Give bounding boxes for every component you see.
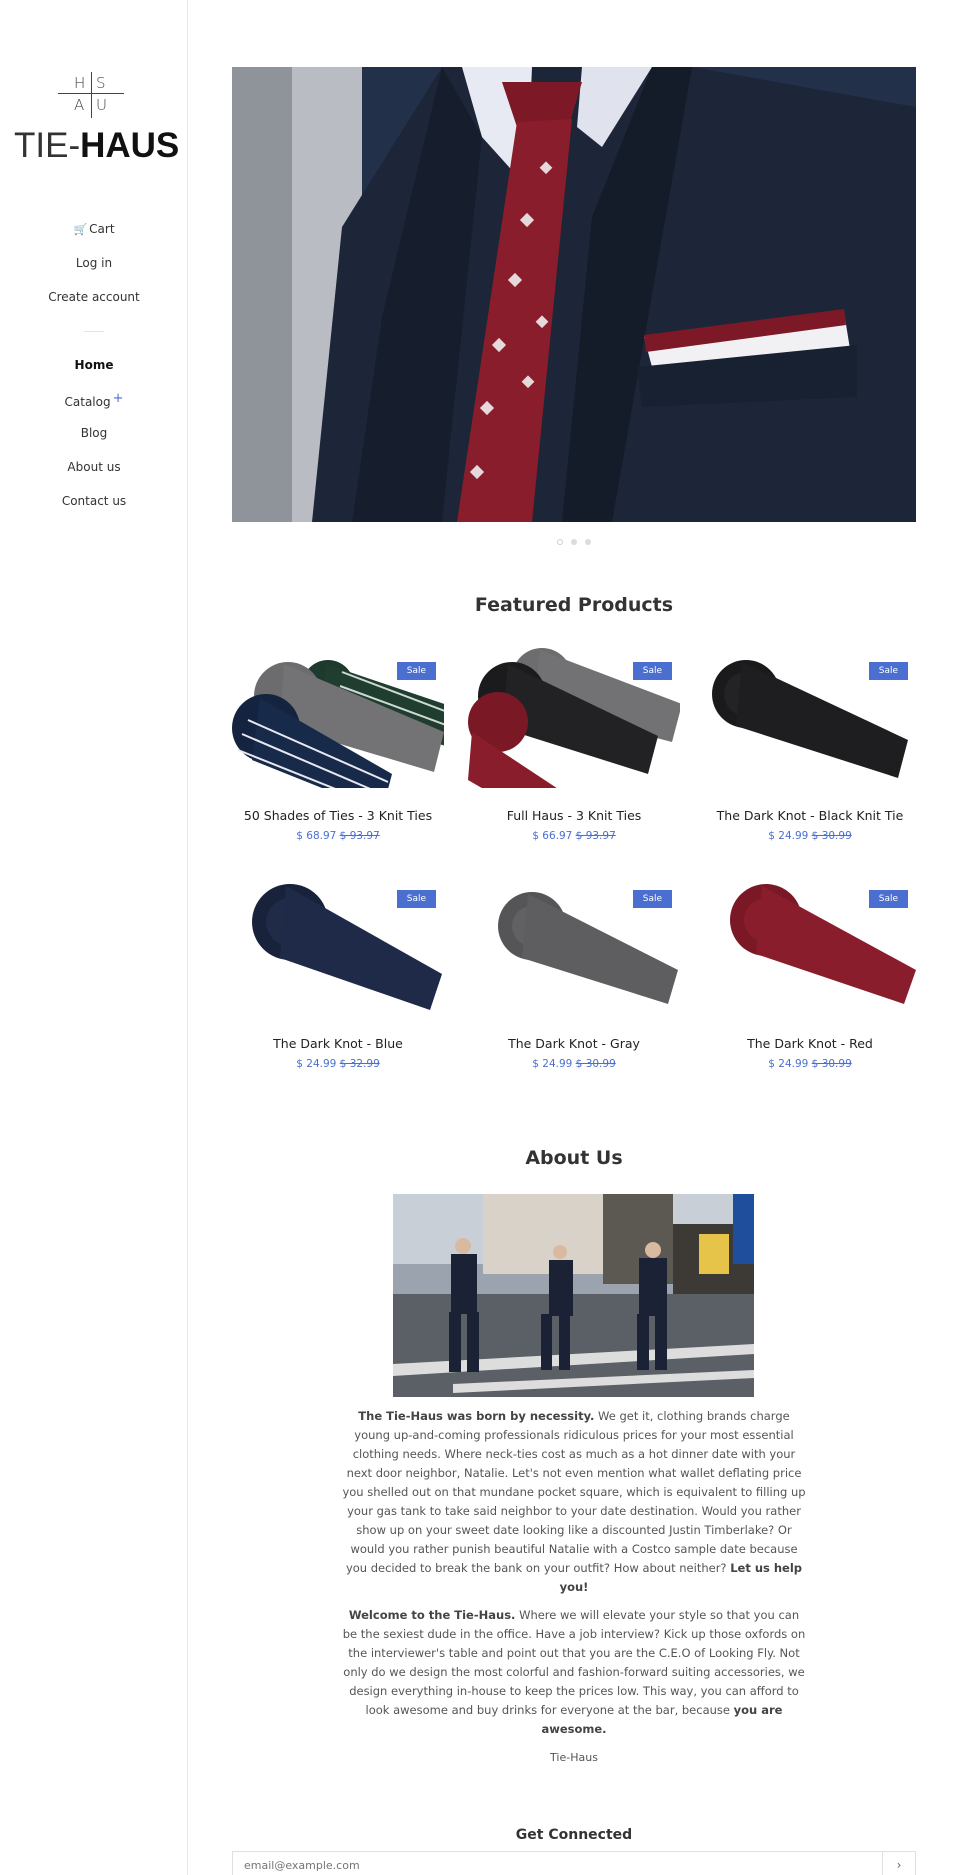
product-title[interactable]: The Dark Knot - Black Knit Tie	[704, 808, 916, 823]
product-image[interactable]: Sale	[232, 870, 444, 1016]
sale-badge: Sale	[396, 890, 436, 908]
about-paragraph-1: The Tie-Haus was born by necessity. We g…	[342, 1409, 806, 1594]
login-link[interactable]: Log in	[0, 246, 188, 280]
account-nav: 🛒 Cart Log in Create account	[0, 212, 188, 314]
nav-item-catalog[interactable]: Catalog +	[0, 382, 188, 416]
product-price: $ 24.99 $ 30.99	[532, 1058, 616, 1070]
logo-monogram: H S A U	[58, 72, 130, 122]
sale-badge: Sale	[868, 662, 908, 680]
create-account-link[interactable]: Create account	[0, 280, 188, 314]
product-card[interactable]: Sale 50 Shades of Ties - 3 Knit Ties $ 6…	[232, 636, 444, 856]
email-input[interactable]	[233, 1852, 883, 1875]
product-title[interactable]: 50 Shades of Ties - 3 Knit Ties	[232, 808, 444, 823]
about-us-title: About Us	[525, 1147, 623, 1169]
newsletter-title: Get Connected	[515, 1827, 633, 1843]
product-price: $ 68.97 $ 93.97	[296, 830, 380, 842]
product-price: $ 66.97 $ 93.97	[532, 830, 616, 842]
nav-item-home[interactable]: Home	[0, 348, 188, 382]
product-image[interactable]: Sale	[704, 870, 916, 1016]
product-price: $ 24.99 $ 30.99	[768, 1058, 852, 1070]
cart-icon: 🛒	[73, 223, 88, 236]
about-signature: Tie-Haus	[550, 1751, 598, 1764]
product-card[interactable]: Sale The Dark Knot - Gray $ 24.99 $ 30.9…	[468, 864, 680, 1084]
cart-link[interactable]: 🛒 Cart	[0, 212, 188, 246]
newsletter-form: ›	[232, 1851, 916, 1875]
hero-image	[232, 67, 916, 522]
product-price: $ 24.99 $ 32.99	[296, 1058, 380, 1070]
about-image	[393, 1194, 754, 1397]
product-image[interactable]: Sale	[704, 642, 916, 788]
slide-dot-2[interactable]	[571, 539, 577, 545]
product-card[interactable]: Sale The Dark Knot - Blue $ 24.99 $ 32.9…	[232, 864, 444, 1084]
product-title[interactable]: Full Haus - 3 Knit Ties	[468, 808, 680, 823]
product-image[interactable]: Sale	[468, 870, 680, 1016]
sale-badge: Sale	[632, 662, 672, 680]
product-image[interactable]: Sale	[468, 642, 680, 788]
plus-icon[interactable]: +	[113, 391, 124, 406]
product-card[interactable]: Sale The Dark Knot - Red $ 24.99 $ 30.99	[704, 864, 916, 1084]
nav-item-contact[interactable]: Contact us	[0, 484, 188, 518]
logo-wordmark: TIE-HAUS	[14, 126, 180, 165]
nav-item-blog[interactable]: Blog	[0, 416, 188, 450]
product-title[interactable]: The Dark Knot - Blue	[232, 1036, 444, 1051]
featured-products-title: Featured Products	[474, 594, 674, 616]
slide-dot-1[interactable]	[557, 539, 563, 545]
hero-slideshow[interactable]	[232, 67, 916, 522]
product-card[interactable]: Sale The Dark Knot - Black Knit Tie $ 24…	[704, 636, 916, 856]
product-card[interactable]: Sale Full Haus - 3 Knit Ties $ 66.97 $ 9…	[468, 636, 680, 856]
sale-badge: Sale	[868, 890, 908, 908]
main-nav: Home Catalog + Blog About us Contact us	[0, 348, 188, 518]
sale-badge: Sale	[632, 890, 672, 908]
product-title[interactable]: The Dark Knot - Red	[704, 1036, 916, 1051]
product-price: $ 24.99 $ 30.99	[768, 830, 852, 842]
slideshow-pagination	[232, 530, 916, 549]
product-image[interactable]: Sale	[232, 642, 444, 788]
about-paragraph-2: Welcome to the Tie-Haus. Where we will e…	[342, 1608, 806, 1736]
sale-badge: Sale	[396, 662, 436, 680]
nav-item-about[interactable]: About us	[0, 450, 188, 484]
product-title[interactable]: The Dark Knot - Gray	[468, 1036, 680, 1051]
site-logo[interactable]: H S A U TIE-HAUS	[14, 72, 179, 166]
slide-dot-3[interactable]	[585, 539, 591, 545]
sidebar: H S A U TIE-HAUS 🛒 Cart Log in Create acc…	[0, 0, 188, 1875]
sidebar-divider	[84, 331, 104, 332]
chevron-right-icon[interactable]: ›	[882, 1852, 915, 1875]
